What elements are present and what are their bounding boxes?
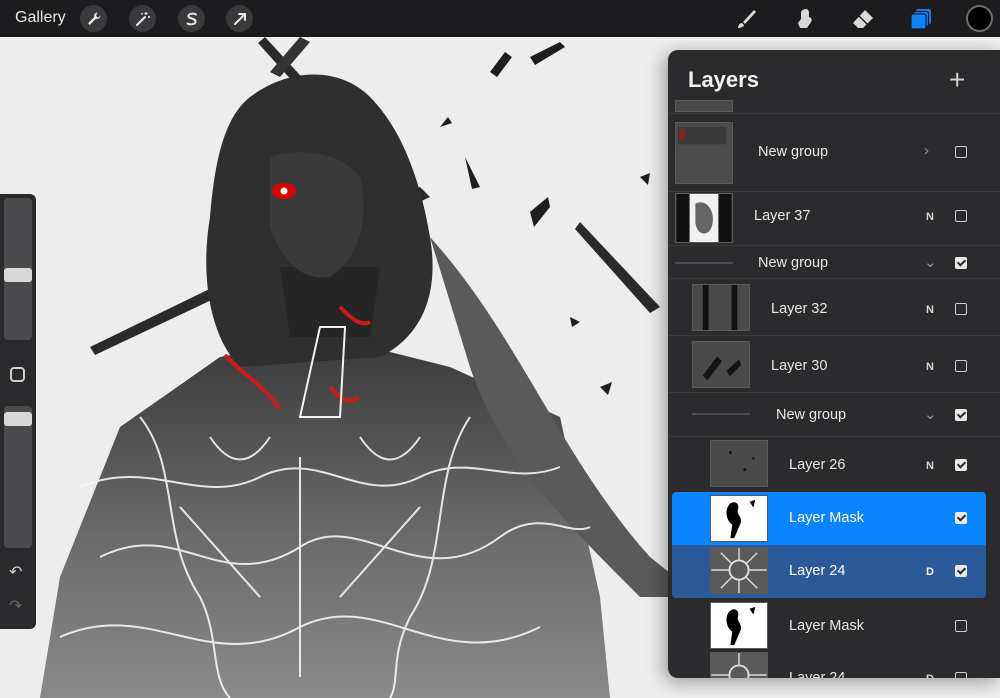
- layer-name: New group: [758, 144, 829, 160]
- visibility-checkbox[interactable]: [955, 146, 967, 158]
- visibility-checkbox[interactable]: [955, 360, 967, 372]
- smudge-finger-icon[interactable]: [791, 6, 817, 32]
- layer-row[interactable]: Layer 32 N: [668, 278, 1000, 335]
- layer-name: Layer 26: [789, 457, 846, 473]
- eraser-icon[interactable]: [850, 6, 876, 32]
- layer-thumbnail: [710, 440, 768, 487]
- layer-row[interactable]: Layer 37 N: [668, 191, 1000, 245]
- blend-mode[interactable]: N: [926, 304, 934, 316]
- layer-name: Layer 30: [771, 358, 828, 374]
- layer-name: Layer 32: [771, 301, 828, 317]
- selection-s-icon[interactable]: [178, 5, 205, 32]
- group-thumbnail: [675, 122, 733, 184]
- chevron-down-icon[interactable]: ⌄: [924, 253, 937, 271]
- layer-row[interactable]: Layer 26 N: [668, 436, 1000, 492]
- layers-icon[interactable]: [908, 6, 934, 32]
- blend-mode[interactable]: D: [926, 566, 934, 578]
- brush-size-thumb[interactable]: [4, 268, 32, 283]
- layer-name: New group: [776, 407, 847, 423]
- chevron-right-icon[interactable]: ›: [924, 142, 929, 159]
- magic-wand-icon[interactable]: [129, 5, 156, 32]
- visibility-checkbox[interactable]: [955, 512, 967, 524]
- blend-mode[interactable]: D: [926, 673, 934, 678]
- visibility-checkbox[interactable]: [955, 409, 967, 421]
- blend-mode[interactable]: N: [926, 460, 934, 472]
- visibility-checkbox[interactable]: [955, 672, 967, 678]
- layer-row-mask-selected[interactable]: Layer Mask: [672, 492, 986, 545]
- layer-row-group[interactable]: New group ›: [668, 113, 1000, 191]
- layer-thumbnail: [710, 652, 768, 678]
- mask-thumbnail: [710, 495, 768, 542]
- layer-name: Layer 24: [789, 563, 846, 579]
- top-toolbar: Gallery: [0, 0, 1000, 37]
- layer-row-selected[interactable]: Layer 24 D: [672, 545, 986, 598]
- visibility-checkbox[interactable]: [955, 303, 967, 315]
- wrench-icon[interactable]: [80, 5, 107, 32]
- layer-row-mask[interactable]: Layer Mask: [668, 598, 1000, 652]
- color-swatch[interactable]: [966, 5, 993, 32]
- plus-icon[interactable]: +: [949, 64, 965, 96]
- layer-thumbnail: [710, 547, 768, 594]
- layer-name: Layer Mask: [789, 618, 864, 634]
- visibility-checkbox[interactable]: [955, 620, 967, 632]
- visibility-checkbox[interactable]: [955, 257, 967, 269]
- arrow-cursor-icon[interactable]: [226, 5, 253, 32]
- visibility-checkbox[interactable]: [955, 565, 967, 577]
- layer-name: Layer 37: [754, 208, 811, 224]
- layer-thumbnail: [692, 284, 750, 331]
- layer-name: New group: [758, 255, 829, 271]
- mask-thumbnail: [710, 602, 768, 649]
- opacity-thumb[interactable]: [4, 412, 32, 427]
- layers-panel: Layers + New group › Layer 37 N New grou…: [668, 50, 1000, 678]
- layer-row[interactable]: Layer 24 D: [668, 652, 1000, 678]
- left-sidebar: ↶ ↷: [0, 194, 36, 629]
- gallery-button[interactable]: Gallery: [15, 9, 66, 27]
- layers-title: Layers: [688, 67, 759, 92]
- layer-row[interactable]: Layer 30 N: [668, 335, 1000, 392]
- brush-icon[interactable]: [733, 6, 759, 32]
- layer-row-group[interactable]: New group ⌄: [668, 392, 1000, 436]
- layer-thumbnail: [692, 341, 750, 388]
- blend-mode[interactable]: N: [926, 211, 934, 223]
- blend-mode[interactable]: N: [926, 361, 934, 373]
- visibility-checkbox[interactable]: [955, 210, 967, 222]
- layer-row-group[interactable]: New group ⌄: [668, 245, 1000, 278]
- layer-name: Layer Mask: [789, 510, 864, 526]
- redo-arrow-icon[interactable]: ↷: [9, 596, 22, 616]
- layer-thumbnail: [675, 193, 733, 243]
- square-modify-icon[interactable]: [10, 367, 25, 382]
- chevron-down-icon[interactable]: ⌄: [924, 405, 937, 423]
- opacity-slider[interactable]: [4, 406, 32, 548]
- layer-name: Layer 24: [789, 670, 846, 678]
- undo-arrow-icon[interactable]: ↶: [9, 562, 22, 582]
- layer-thumbnail: [675, 100, 733, 112]
- visibility-checkbox[interactable]: [955, 459, 967, 471]
